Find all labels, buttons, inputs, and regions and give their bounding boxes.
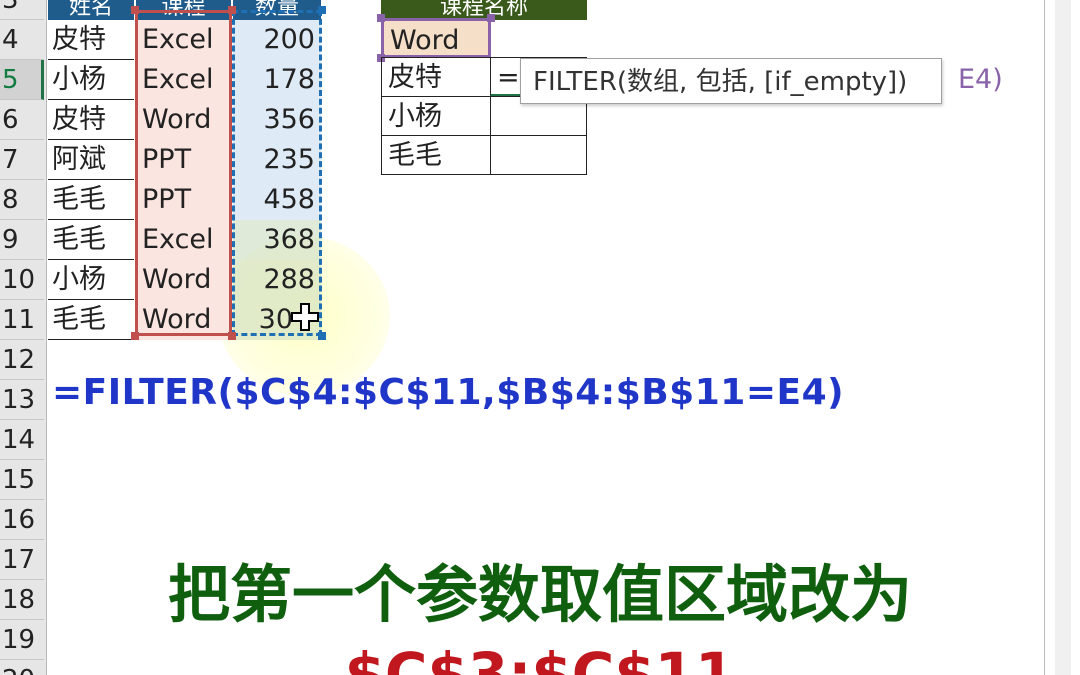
- range-handle[interactable]: [131, 6, 139, 14]
- row-number[interactable]: 6: [0, 100, 44, 140]
- row-number[interactable]: 9: [0, 220, 44, 260]
- row-number[interactable]: 15: [0, 460, 44, 500]
- cell-name[interactable]: 皮特: [48, 20, 134, 60]
- scrollbar-track[interactable]: [1055, 0, 1071, 675]
- row-number-active[interactable]: 5: [0, 60, 44, 100]
- cell-name[interactable]: 毛毛: [48, 180, 134, 220]
- cell-name[interactable]: 皮特: [48, 100, 134, 140]
- range-handle[interactable]: [228, 6, 236, 14]
- row-number[interactable]: 12: [0, 340, 44, 380]
- row-number[interactable]: 8: [0, 180, 44, 220]
- row-number[interactable]: 16: [0, 500, 44, 540]
- cell-name[interactable]: 小杨: [48, 260, 134, 300]
- caption-range: $C$3:$C$11: [344, 640, 736, 675]
- row-number[interactable]: 13: [0, 380, 44, 420]
- range-selection-qty[interactable]: [232, 10, 322, 336]
- name-cell[interactable]: 小杨: [381, 96, 491, 136]
- cell-name[interactable]: 毛毛: [48, 300, 134, 340]
- cell-name[interactable]: 阿斌: [48, 140, 134, 180]
- range-handle[interactable]: [318, 6, 326, 14]
- criteria-cell[interactable]: Word: [381, 18, 491, 58]
- row-number[interactable]: 7: [0, 140, 44, 180]
- row-number[interactable]: 14: [0, 420, 44, 460]
- vertical-scrollbar[interactable]: [1044, 0, 1080, 675]
- formula-annotation: =FILTER($C$4:$C$11,$B$4:$B$11=E4): [52, 372, 845, 413]
- function-tooltip[interactable]: FILTER(数组, 包括, [if_empty]): [520, 58, 942, 104]
- header-name[interactable]: 姓名: [48, 0, 134, 20]
- row-number[interactable]: 11: [0, 300, 44, 340]
- name-cell[interactable]: 皮特: [381, 57, 491, 97]
- range-handle[interactable]: [318, 332, 326, 340]
- cell-name[interactable]: 毛毛: [48, 220, 134, 260]
- row-number[interactable]: 10: [0, 260, 44, 300]
- formula-tail-text: E4): [958, 64, 1003, 95]
- right-header[interactable]: 课程名称: [381, 0, 587, 20]
- cell-name[interactable]: 小杨: [48, 60, 134, 100]
- name-cell[interactable]: 毛毛: [381, 135, 491, 175]
- caption-instruction: 把第一个参数取值区域改为: [167, 558, 912, 631]
- row-number[interactable]: 3: [0, 0, 44, 20]
- move-cross-icon: [291, 303, 319, 331]
- range-handle[interactable]: [487, 14, 495, 22]
- result-cell[interactable]: [490, 135, 587, 175]
- range-handle[interactable]: [131, 332, 139, 340]
- range-handle[interactable]: [377, 14, 385, 22]
- spreadsheet-sheet[interactable]: 3 4 5 6 7 8 9 10 11 12 13 14 15 16 17 18…: [0, 0, 1080, 675]
- row-number[interactable]: 4: [0, 20, 44, 60]
- range-handle[interactable]: [228, 332, 236, 340]
- range-selection-course[interactable]: [135, 10, 232, 336]
